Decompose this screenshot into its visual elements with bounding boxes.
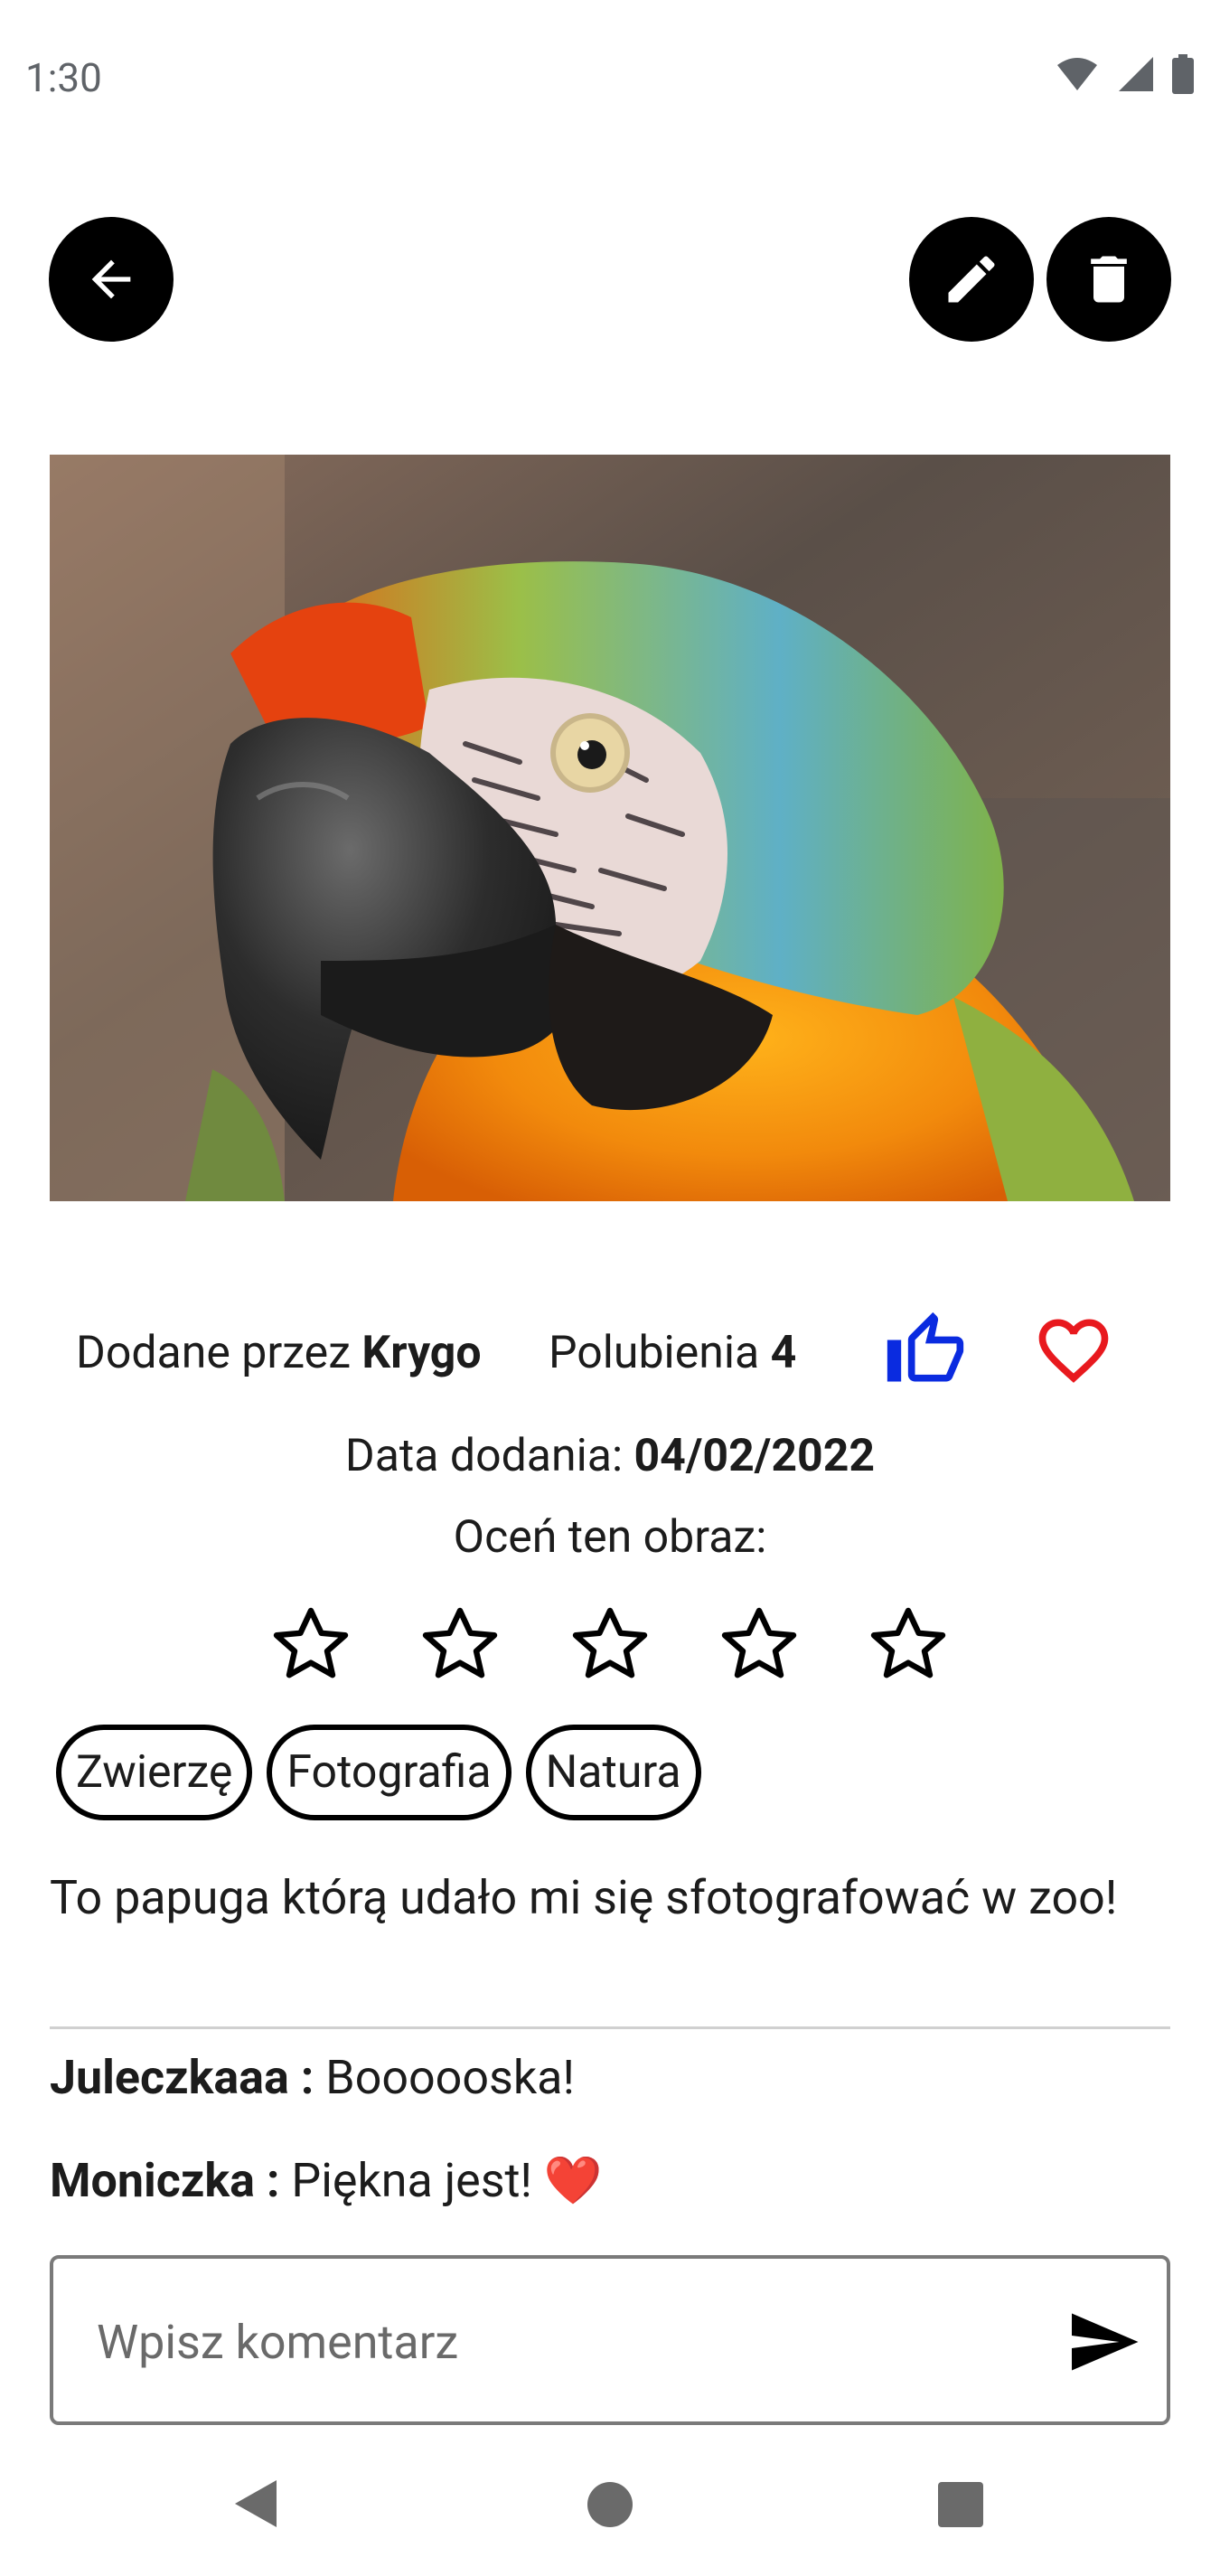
send-icon (1072, 2313, 1139, 2371)
status-icons (1056, 54, 1195, 94)
triangle-back-icon (235, 2480, 277, 2527)
comment-item: Moniczka : Piękna jest! ❤️ (50, 2153, 603, 2208)
circle-home-icon (587, 2482, 633, 2527)
star-icon-1[interactable] (267, 1602, 354, 1688)
comment-text: Boooooska! (314, 2050, 575, 2105)
star-icon-4[interactable] (716, 1602, 802, 1688)
trash-icon (1091, 256, 1127, 303)
star-icon-5[interactable] (865, 1602, 952, 1688)
wifi-icon (1057, 58, 1097, 90)
comment-input-box (50, 2255, 1170, 2425)
likes-count: Polubienia 4 (549, 1327, 796, 1379)
comment-author: Juleczkaaa : (50, 2050, 314, 2105)
send-button[interactable] (1065, 2304, 1141, 2380)
comment-input[interactable] (95, 2291, 1002, 2393)
likes-value: 4 (770, 1327, 797, 1379)
added-by: Dodane przez Krygo (76, 1327, 482, 1379)
signal-icon (1119, 57, 1153, 91)
post-description: To papuga którą udało mi się sfotografow… (50, 1870, 1118, 1925)
rating-stars (0, 1602, 1220, 1692)
date-value: 04/02/2022 (633, 1430, 876, 1482)
comment-item: Juleczkaaa : Boooooska! (50, 2050, 575, 2105)
thumbs-up-icon (887, 1312, 964, 1382)
star-icon-3[interactable] (567, 1602, 653, 1688)
like-button[interactable] (884, 1309, 967, 1392)
author-name[interactable]: Krygo (361, 1327, 481, 1379)
date-label: Data dodania: (344, 1430, 634, 1482)
tag-chips: Zwierzę Fotografia Natura (56, 1725, 701, 1820)
delete-button[interactable] (1046, 217, 1171, 342)
tag-chip[interactable]: Zwierzę (56, 1725, 253, 1820)
rate-label: Oceń ten obraz: (453, 1511, 767, 1564)
arrow-left-icon (91, 259, 131, 299)
back-button[interactable] (49, 217, 174, 342)
nav-home-button[interactable] (586, 2480, 634, 2533)
comment-text: Piękna jest! ❤️ (279, 2153, 603, 2208)
star-icon-2[interactable] (417, 1602, 503, 1688)
edit-button[interactable] (909, 217, 1034, 342)
square-recents-icon (938, 2482, 983, 2527)
post-meta-row: Dodane przez Krygo Polubienia 4 (0, 1302, 1220, 1410)
divider (50, 2026, 1170, 2029)
added-by-label: Dodane przez (76, 1327, 362, 1379)
tag-chip[interactable]: Fotografia (267, 1725, 511, 1820)
comment-author: Moniczka : (50, 2153, 280, 2208)
heart-outline-icon (1038, 1319, 1109, 1383)
parrot-image (50, 455, 1170, 1201)
date-added: Data dodania: 04/02/2022 (0, 1430, 1220, 1482)
battery-icon (1172, 54, 1194, 94)
post-photo (50, 455, 1170, 1201)
likes-label: Polubienia (549, 1327, 771, 1379)
nav-recents-button[interactable] (936, 2480, 985, 2533)
system-nav-bar (0, 2440, 1220, 2576)
status-bar: 1:30 (0, 0, 1220, 154)
status-time: 1:30 (25, 54, 102, 101)
nav-back-button[interactable] (231, 2478, 278, 2533)
favorite-button[interactable] (1032, 1309, 1115, 1392)
pencil-icon (948, 256, 995, 303)
tag-chip[interactable]: Natura (525, 1725, 701, 1820)
